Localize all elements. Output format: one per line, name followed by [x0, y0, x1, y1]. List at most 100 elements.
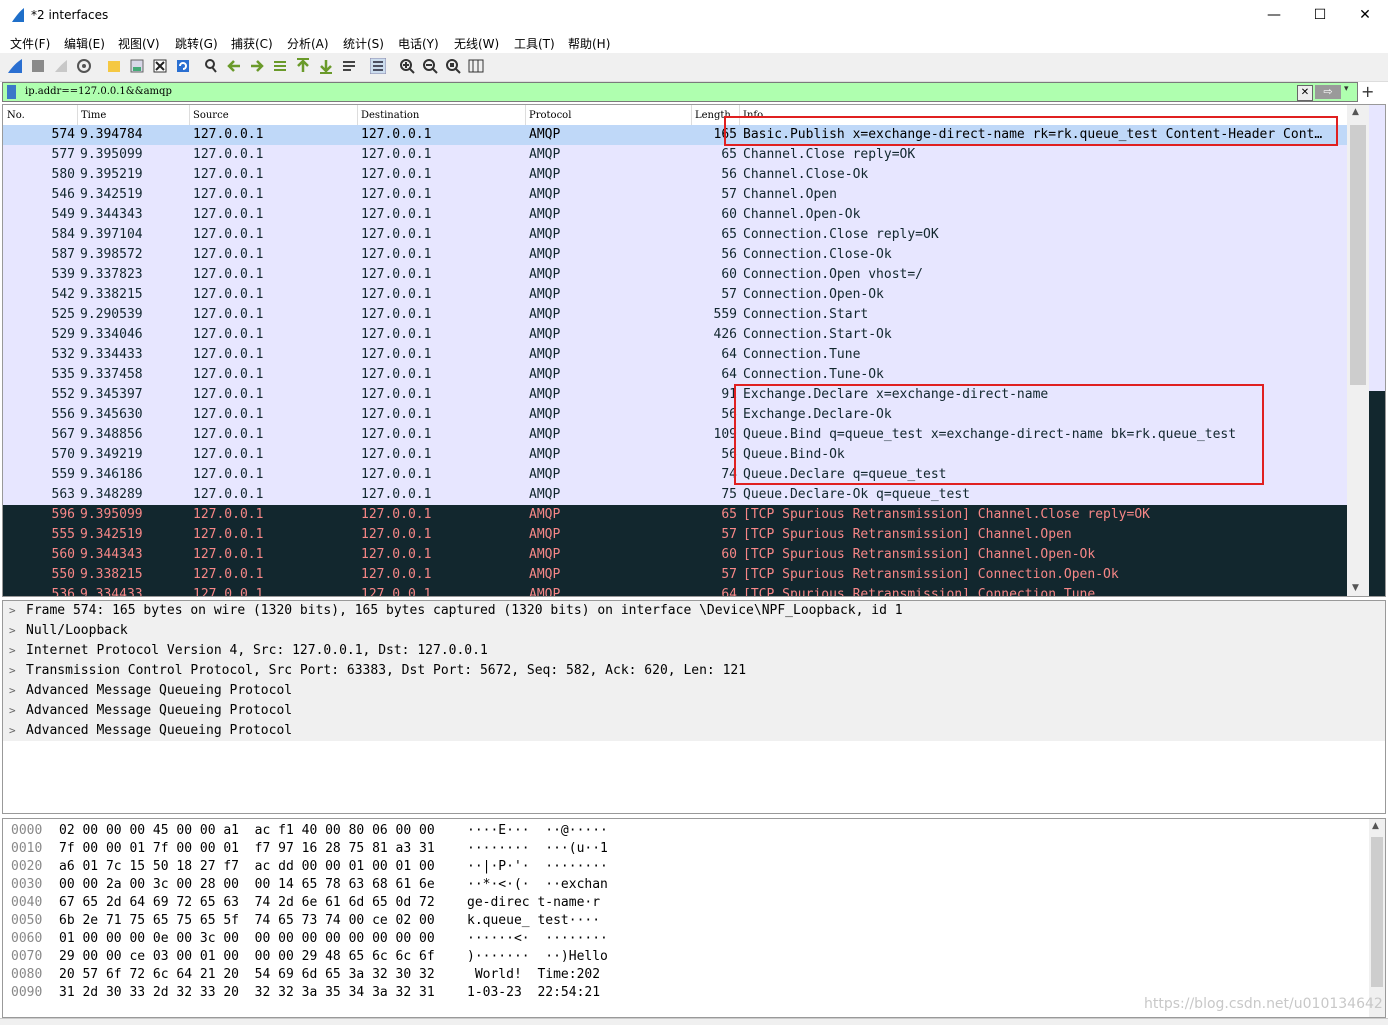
hex-row[interactable]: 0050 6b 2e 71 75 65 75 65 5f 74 65 73 74 … — [3, 912, 1385, 930]
column-header-time[interactable]: Time — [81, 110, 106, 121]
packet-row[interactable]: 563 9.348289 127.0.0.1 127.0.0.1 AMQP 75 Queue… — [3, 485, 1347, 505]
scrollbar-thumb[interactable] — [1350, 125, 1366, 385]
packet-row[interactable]: 584 9.397104 127.0.0.1 127.0.0.1 AMQP 65 Conne… — [3, 225, 1347, 245]
find-packet-icon[interactable] — [203, 58, 219, 74]
packet-row[interactable]: 560 9.344343 127.0.0.1 127.0.0.1 AMQP 60 [TCP … — [3, 545, 1347, 565]
scroll-down-icon[interactable]: ▼ — [1352, 583, 1359, 593]
clear-filter-icon[interactable]: ✕ — [1297, 85, 1313, 101]
expand-chevron-icon[interactable]: > — [9, 641, 16, 661]
hex-row[interactable]: 0020 a6 01 7c 15 50 18 27 f7 ac dd 00 00 … — [3, 858, 1385, 876]
expand-chevron-icon[interactable]: > — [9, 701, 16, 721]
apply-filter-button[interactable]: ⇨ — [1315, 85, 1341, 99]
hex-row[interactable]: 0080 20 57 6f 72 6c 64 21 20 54 69 6d 65 … — [3, 966, 1385, 984]
expand-chevron-icon[interactable]: > — [9, 681, 16, 701]
packet-row[interactable]: 525 9.290539 127.0.0.1 127.0.0.1 AMQP 559 Conn… — [3, 305, 1347, 325]
detail-row-frame[interactable]: > Frame 574: 165 bytes on wire (1320 bits… — [3, 601, 1385, 621]
filter-history-dropdown-icon[interactable]: ▾ — [1344, 84, 1349, 94]
packet-row[interactable]: 532 9.334433 127.0.0.1 127.0.0.1 AMQP 64 Conne… — [3, 345, 1347, 365]
add-filter-button[interactable]: + — [1361, 82, 1374, 101]
hex-row[interactable]: 0010 7f 00 00 01 7f 00 00 01 f7 97 16 28 … — [3, 840, 1385, 858]
menu-view[interactable]: 视图(V) — [118, 35, 160, 52]
go-to-packet-icon[interactable] — [272, 58, 288, 74]
menu-help[interactable]: 帮助(H) — [568, 35, 610, 52]
reload-file-icon[interactable] — [175, 58, 191, 74]
zoom-out-icon[interactable] — [422, 58, 438, 74]
zoom-in-icon[interactable] — [399, 58, 415, 74]
display-filter-input[interactable]: ip.addr==127.0.0.1&&amqp — [25, 86, 172, 97]
hex-row[interactable]: 0040 67 65 2d 64 69 72 65 63 74 2d 6e 61 … — [3, 894, 1385, 912]
highlight-box-declare-bind — [734, 384, 1264, 485]
column-divider[interactable] — [691, 105, 692, 125]
bookmark-icon[interactable] — [7, 85, 16, 99]
hex-row[interactable]: 0000 02 00 00 00 45 00 00 a1 ac f1 40 00 … — [3, 822, 1385, 840]
expand-chevron-icon[interactable]: > — [9, 601, 16, 621]
detail-row-ipv4[interactable]: > Internet Protocol Version 4, Src: 127.0… — [3, 641, 1385, 661]
packet-row[interactable]: 542 9.338215 127.0.0.1 127.0.0.1 AMQP 57 Conne… — [3, 285, 1347, 305]
column-divider[interactable] — [77, 105, 78, 125]
menu-edit[interactable]: 编辑(E) — [64, 35, 105, 52]
scroll-up-icon[interactable]: ▲ — [1372, 821, 1379, 831]
open-file-icon[interactable] — [106, 58, 122, 74]
packet-row[interactable]: 596 9.395099 127.0.0.1 127.0.0.1 AMQP 65 [TCP … — [3, 505, 1347, 525]
save-file-icon[interactable] — [129, 58, 145, 74]
packet-row[interactable]: 587 9.398572 127.0.0.1 127.0.0.1 AMQP 56 Conne… — [3, 245, 1347, 265]
expand-chevron-icon[interactable]: > — [9, 721, 16, 741]
hex-row[interactable]: 0060 01 00 00 00 0e 00 3c 00 00 00 00 00 … — [3, 930, 1385, 948]
bytes-scrollbar[interactable]: ▲ — [1369, 819, 1385, 1017]
detail-row-amqp[interactable]: > Advanced Message Queueing Protocol — [3, 721, 1385, 741]
menu-analyze[interactable]: 分析(A) — [287, 35, 329, 52]
column-divider[interactable] — [525, 105, 526, 125]
go-last-icon[interactable] — [318, 58, 334, 74]
restart-capture-icon[interactable] — [53, 58, 69, 74]
expand-chevron-icon[interactable]: > — [9, 661, 16, 681]
menu-statistics[interactable]: 统计(S) — [343, 35, 384, 52]
hex-row[interactable]: 0070 29 00 00 ce 03 00 01 00 00 00 29 48 … — [3, 948, 1385, 966]
packet-row[interactable]: 539 9.337823 127.0.0.1 127.0.0.1 AMQP 60 Conne… — [3, 265, 1347, 285]
detail-row-amqp[interactable]: > Advanced Message Queueing Protocol — [3, 681, 1385, 701]
hex-row[interactable]: 0030 00 00 2a 00 3c 00 28 00 00 14 65 78 … — [3, 876, 1385, 894]
close-button[interactable]: ✕ — [1342, 0, 1388, 31]
menu-capture[interactable]: 捕获(C) — [231, 35, 273, 52]
scroll-up-icon[interactable]: ▲ — [1352, 107, 1359, 117]
stop-capture-icon[interactable] — [30, 58, 46, 74]
packet-row[interactable]: 555 9.342519 127.0.0.1 127.0.0.1 AMQP 57 [TCP … — [3, 525, 1347, 545]
menu-wireless[interactable]: 无线(W) — [454, 35, 499, 52]
detail-row-amqp[interactable]: > Advanced Message Queueing Protocol — [3, 701, 1385, 721]
close-file-icon[interactable] — [152, 58, 168, 74]
menu-telephony[interactable]: 电话(Y) — [398, 35, 439, 52]
column-header-protocol[interactable]: Protocol — [529, 110, 571, 121]
packet-row[interactable]: 535 9.337458 127.0.0.1 127.0.0.1 AMQP 64 Conne… — [3, 365, 1347, 385]
autoscroll-icon[interactable] — [341, 58, 357, 74]
scrollbar-thumb[interactable] — [1371, 837, 1383, 987]
colorize-icon[interactable] — [370, 58, 386, 74]
detail-row-tcp[interactable]: > Transmission Control Protocol, Src Port… — [3, 661, 1385, 681]
packet-row[interactable]: 549 9.344343 127.0.0.1 127.0.0.1 AMQP 60 Chann… — [3, 205, 1347, 225]
start-capture-icon[interactable] — [7, 58, 23, 74]
menu-file[interactable]: 文件(F) — [10, 35, 50, 52]
column-divider[interactable] — [189, 105, 190, 125]
menu-go[interactable]: 跳转(G) — [175, 35, 218, 52]
packet-row[interactable]: 550 9.338215 127.0.0.1 127.0.0.1 AMQP 57 [TCP … — [3, 565, 1347, 585]
column-header-no[interactable]: No. — [7, 110, 25, 121]
packet-row[interactable]: 546 9.342519 127.0.0.1 127.0.0.1 AMQP 57 Chann… — [3, 185, 1347, 205]
maximize-button[interactable]: ☐ — [1297, 0, 1343, 31]
zoom-normal-icon[interactable] — [445, 58, 461, 74]
column-header-destination[interactable]: Destination — [361, 110, 419, 121]
packet-row[interactable]: 577 9.395099 127.0.0.1 127.0.0.1 AMQP 65 Chann… — [3, 145, 1347, 165]
packet-row[interactable]: 580 9.395219 127.0.0.1 127.0.0.1 AMQP 56 Chann… — [3, 165, 1347, 185]
minimize-button[interactable]: — — [1251, 0, 1297, 31]
expand-chevron-icon[interactable]: > — [9, 621, 16, 641]
detail-row-loopback[interactable]: > Null/Loopback — [3, 621, 1385, 641]
packet-row[interactable]: 529 9.334046 127.0.0.1 127.0.0.1 AMQP 426 Conn… — [3, 325, 1347, 345]
column-header-source[interactable]: Source — [193, 110, 229, 121]
go-first-icon[interactable] — [295, 58, 311, 74]
menu-tools[interactable]: 工具(T) — [514, 35, 555, 52]
packet-minimap[interactable] — [1369, 105, 1385, 596]
resize-columns-icon[interactable] — [468, 58, 484, 74]
column-divider[interactable] — [357, 105, 358, 125]
packet-row[interactable]: 536 9.334433 127.0.0.1 127.0.0.1 AMQP 64 [TCP … — [3, 585, 1347, 596]
packet-list-scrollbar[interactable]: ▲ ▼ — [1347, 105, 1369, 596]
capture-options-icon[interactable] — [76, 58, 92, 74]
go-forward-icon[interactable] — [249, 58, 265, 74]
go-back-icon[interactable] — [226, 58, 242, 74]
